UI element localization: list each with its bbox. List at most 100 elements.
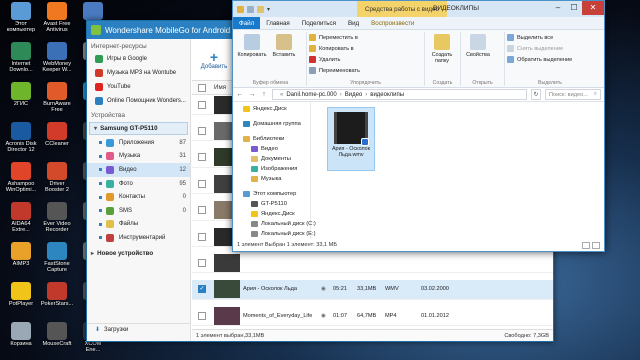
category-item[interactable]: Видео 12 <box>87 163 190 177</box>
column-name-header[interactable]: Имя <box>214 84 226 91</box>
nav-tree-item[interactable]: Яндекс.Диск <box>233 104 310 114</box>
large-icons-view-icon[interactable] <box>592 242 600 249</box>
desktop-icon[interactable]: 2ГИС <box>2 82 40 107</box>
desktop-icon[interactable]: Driver Booster 2 <box>38 162 76 194</box>
tab-share[interactable]: Поделиться <box>296 17 342 29</box>
nav-tree-item[interactable]: Домашняя группа <box>233 119 310 129</box>
row-checkbox[interactable] <box>198 153 206 162</box>
row-checkbox[interactable] <box>198 206 206 215</box>
video-row[interactable] <box>192 253 553 274</box>
desktop-icon[interactable]: AIDA64 Extre... <box>2 202 40 234</box>
copy-button[interactable]: Копировать <box>237 32 267 58</box>
internet-resource-item[interactable]: Музыка MP3 на Wontube <box>87 66 190 80</box>
path-segment-clips[interactable]: видеоклипы <box>370 92 404 98</box>
row-checkbox[interactable] <box>198 311 206 320</box>
nav-tree-item[interactable]: Изображения <box>233 164 310 174</box>
desktop-icon[interactable]: PokerStars... <box>38 282 76 307</box>
desktop-icon[interactable]: Этот компьютер <box>2 2 40 34</box>
category-item[interactable]: Приложения 87 <box>87 136 190 150</box>
nav-tree-item[interactable]: Документы <box>233 154 310 164</box>
video-row[interactable]: ✓ Ария - Осколок Льда ◉ 05:21 33,1MB WMV 03.02… <box>192 279 553 300</box>
nav-tree-item[interactable]: Этот компьютер <box>233 189 310 199</box>
desktop-icon[interactable]: MouseCraft <box>38 322 76 347</box>
desktop-icon[interactable]: AIMP3 <box>2 242 40 267</box>
desktop-icon[interactable]: PotPlayer <box>2 282 40 307</box>
desktop-icon[interactable]: Avast Free Antivirus <box>38 2 76 34</box>
refresh-icon[interactable]: ↻ <box>531 89 541 100</box>
category-item[interactable]: Контакты 0 <box>87 190 190 204</box>
folder-icon[interactable] <box>237 5 244 13</box>
nav-tree-item[interactable]: GT-P5110 <box>233 199 310 209</box>
row-checkbox[interactable] <box>198 232 206 241</box>
paste-button[interactable]: Вставить <box>269 32 299 58</box>
device-item[interactable]: ▾ Samsung GT-P5110 <box>89 122 188 135</box>
new-device-item[interactable]: ▸ Новое устройство <box>87 247 190 260</box>
internet-resource-item[interactable]: Игры в Google <box>87 52 190 66</box>
desktop-icon[interactable]: Корзина <box>2 322 40 347</box>
move-to-button[interactable]: Переместить в <box>309 32 367 43</box>
copy-to-button[interactable]: Копировать в <box>309 43 367 54</box>
select-all-checkbox[interactable] <box>198 83 206 92</box>
row-checkbox[interactable] <box>198 179 206 188</box>
desktop-icon[interactable]: WebMoney Keeper W... <box>38 42 76 74</box>
collapse-icon[interactable]: ▾ <box>94 125 97 132</box>
new-folder-button[interactable]: Создать папку <box>427 32 457 64</box>
customize-chevron-icon[interactable]: ▾ <box>267 6 270 13</box>
row-checkbox[interactable] <box>198 126 206 135</box>
tab-file[interactable]: Файл <box>233 17 261 29</box>
properties-button[interactable]: Свойства <box>463 32 493 58</box>
row-checkbox[interactable]: ✓ <box>198 285 206 294</box>
nav-tree-item[interactable]: Локальный диск (C:) <box>233 219 316 229</box>
category-item[interactable]: SMS 0 <box>87 204 190 218</box>
nav-tree-item[interactable]: Яндекс.Диск <box>233 209 310 219</box>
minimize-button[interactable]: – <box>550 1 566 15</box>
downloads-item[interactable]: ⬇ Загрузки <box>87 323 191 335</box>
category-item[interactable]: Музыка 31 <box>87 150 190 164</box>
select-all-button[interactable]: Выделить все <box>507 32 593 43</box>
category-item[interactable]: Фото 95 <box>87 177 190 191</box>
category-item[interactable]: Инструментарий <box>87 231 190 245</box>
desktop-icon[interactable]: Ashampoo WinOptimi... <box>2 162 40 194</box>
desktop-icon[interactable]: Ever Video Recorder <box>38 202 76 234</box>
new-folder-icon[interactable] <box>257 5 264 13</box>
back-arrow-icon[interactable]: ← <box>236 91 244 98</box>
path-segment-user[interactable]: Danil.home-pc.000 <box>286 92 336 98</box>
desktop-icon[interactable]: Internet Downlo... <box>2 42 40 74</box>
properties-icon[interactable] <box>247 5 254 13</box>
row-checkbox[interactable] <box>198 100 206 109</box>
details-view-icon[interactable] <box>582 242 590 249</box>
nav-tree-item[interactable]: Локальный диск (E:) <box>233 229 316 239</box>
desktop-icon[interactable]: Acronis Disk Director 12 <box>2 122 40 154</box>
up-arrow-icon[interactable]: ↑ <box>260 91 268 98</box>
nav-tree-item[interactable]: Музыка <box>233 174 310 184</box>
forward-arrow-icon[interactable]: → <box>248 91 256 98</box>
delete-button[interactable]: Удалить <box>309 54 365 65</box>
close-button[interactable]: ✕ <box>582 1 604 15</box>
category-item[interactable]: Файлы <box>87 218 190 232</box>
search-input[interactable]: Поиск: видео... ⌕ <box>545 89 601 100</box>
add-button[interactable]: + Добавить <box>196 50 232 70</box>
maximize-button[interactable]: ☐ <box>566 1 582 15</box>
desktop-icon[interactable]: BurnAware Free <box>38 82 76 114</box>
tab-view[interactable]: Вид <box>342 17 365 29</box>
explorer-titlebar[interactable]: ▾ Средства работы с видео ВИДЕОКЛИПЫ – ☐… <box>233 1 604 17</box>
invert-selection-button[interactable]: Обратить выделение <box>507 54 593 65</box>
remove-selection-button[interactable]: Снять выделение <box>507 43 593 54</box>
address-path[interactable]: « Danil.home-pc.000 › Видео › видеоклипы <box>272 89 527 100</box>
play-icon[interactable]: ◉ <box>321 313 333 319</box>
internet-resource-item[interactable]: Online Помощник Wonders... <box>87 94 190 108</box>
desktop-icon[interactable]: CCleaner <box>38 122 76 147</box>
tab-play[interactable]: Воспроизвести <box>365 17 420 29</box>
nav-tree-item[interactable]: Видео <box>233 144 310 154</box>
desktop-icon[interactable]: FastStone Capture <box>38 242 76 274</box>
rename-button[interactable]: Переименовать <box>309 65 365 76</box>
row-checkbox[interactable] <box>198 258 206 267</box>
path-segment-video[interactable]: Видео <box>345 92 363 98</box>
tab-home[interactable]: Главная <box>260 17 296 29</box>
file-item[interactable]: Ария - Осколок Льда.wmv <box>327 107 375 171</box>
nav-tree-item[interactable]: Библиотеки <box>233 134 310 144</box>
play-icon[interactable]: ◉ <box>321 286 333 292</box>
internet-resource-item[interactable]: YouTube <box>87 80 190 94</box>
video-row[interactable]: Moments_of_Everyday_Life ◉ 01:07 64,7MB MP4 0… <box>192 306 553 327</box>
download-icon: ⬇ <box>95 327 101 333</box>
